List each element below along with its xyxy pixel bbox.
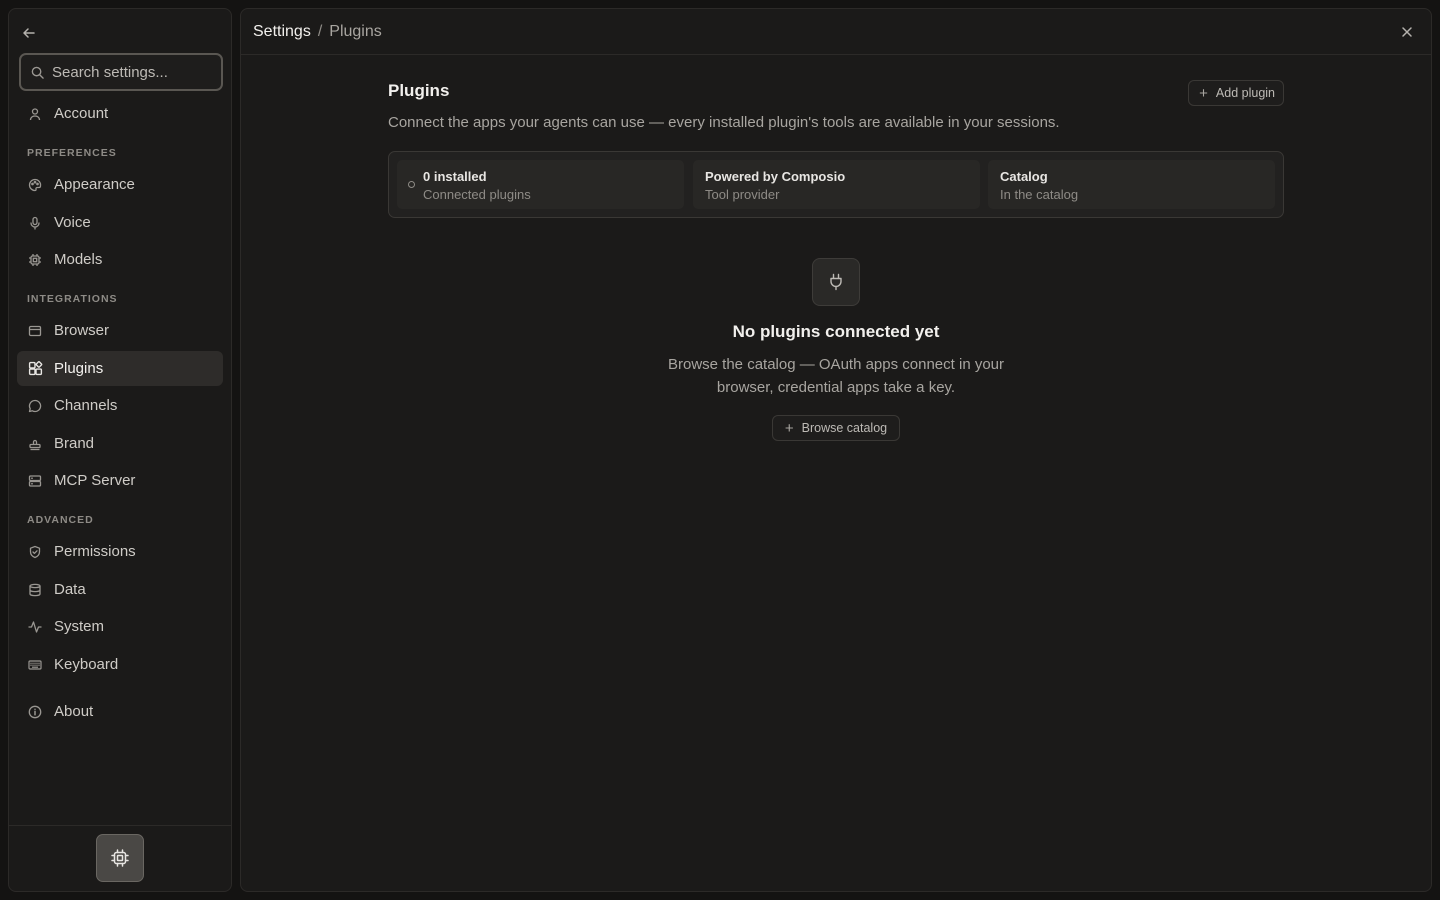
sidebar-item-voice[interactable]: Voice	[17, 205, 223, 240]
user-icon	[27, 106, 43, 122]
sidebar-item-label: Plugins	[54, 360, 104, 377]
microphone-icon	[27, 215, 43, 231]
page-title: Plugins	[388, 81, 450, 100]
empty-state-description: Browse the catalog — OAuth apps connect …	[667, 356, 1005, 396]
stat-card-installed: 0 installed Connected plugins	[397, 160, 684, 209]
sidebar-item-plugins[interactable]: Plugins	[17, 351, 223, 386]
sidebar-item-browser[interactable]: Browser	[17, 313, 223, 348]
sidebar-item-data[interactable]: Data	[17, 572, 223, 607]
sidebar-item-label: Keyboard	[54, 656, 119, 673]
sidebar-item-brand[interactable]: Brand	[17, 426, 223, 461]
palette-icon	[27, 177, 43, 193]
info-icon	[27, 704, 43, 720]
sidebar-item-label: Models	[54, 251, 103, 268]
empty-state-title: No plugins connected yet	[732, 322, 940, 341]
back-arrow-icon[interactable]	[19, 23, 39, 43]
section-label-advanced: ADVANCED	[27, 514, 94, 526]
browser-window-icon	[27, 323, 43, 339]
sidebar-item-appearance[interactable]: Appearance	[17, 167, 223, 202]
browse-catalog-label: Browse catalog	[801, 421, 888, 435]
breadcrumb-separator: /	[317, 22, 323, 40]
stat-subtitle: Connected plugins	[423, 187, 531, 202]
server-icon	[27, 473, 43, 489]
stat-subtitle: Tool provider	[705, 187, 780, 202]
empty-state: No plugins connected yet Browse the cata…	[388, 258, 1284, 441]
shield-check-icon	[27, 544, 43, 560]
sidebar-item-permissions[interactable]: Permissions	[17, 534, 223, 569]
add-plugin-button[interactable]: + Add plugin	[1188, 80, 1284, 106]
message-circle-icon	[27, 398, 43, 414]
sidebar-item-label: MCP Server	[54, 472, 136, 489]
plug-icon	[812, 258, 860, 306]
sidebar-item-account[interactable]: Account	[17, 96, 223, 131]
stat-title: 0 installed	[423, 169, 487, 184]
sidebar-item-label: Account	[54, 105, 109, 122]
search-input[interactable]	[52, 63, 202, 81]
sidebar-item-about[interactable]: About	[17, 694, 223, 729]
activity-icon	[27, 619, 43, 635]
plugin-stats: 0 installed Connected plugins Powered by…	[388, 151, 1284, 218]
sidebar-item-label: Browser	[54, 322, 110, 339]
sidebar-item-label: Voice	[54, 214, 91, 231]
stat-card-catalog: Catalog In the catalog	[988, 160, 1275, 209]
sidebar-item-label: Data	[54, 581, 86, 598]
settings-sidebar: Account PREFERENCES Appearance Voice Mod…	[8, 8, 232, 892]
sidebar-item-label: System	[54, 618, 105, 635]
sidebar-item-models[interactable]: Models	[17, 242, 223, 277]
keyboard-icon	[27, 657, 43, 673]
settings-search[interactable]	[19, 53, 223, 91]
plus-icon: +	[1199, 84, 1208, 102]
cpu-icon	[27, 252, 43, 268]
status-dot-icon	[408, 181, 415, 188]
sidebar-item-label: Channels	[54, 397, 118, 414]
browse-catalog-button[interactable]: + Browse catalog	[772, 415, 900, 441]
stat-title: Powered by Composio	[705, 169, 846, 184]
page-description: Connect the apps your agents can use — e…	[388, 114, 1060, 131]
stamp-icon	[27, 436, 43, 452]
sidebar-item-label: About	[54, 703, 94, 720]
cpu-chip-icon	[110, 848, 130, 868]
sidebar-item-channels[interactable]: Channels	[17, 388, 223, 423]
sidebar-item-label: Brand	[54, 435, 95, 452]
database-icon	[27, 582, 43, 598]
breadcrumb-root[interactable]: Settings	[253, 23, 311, 41]
settings-main-panel: Settings / Plugins Plugins Connect the a…	[240, 8, 1432, 892]
sidebar-item-system[interactable]: System	[17, 609, 223, 644]
search-icon	[31, 66, 44, 79]
section-label-preferences: PREFERENCES	[27, 147, 117, 159]
add-plugin-label: Add plugin	[1215, 86, 1275, 100]
stat-card-provider: Powered by Composio Tool provider	[693, 160, 980, 209]
stat-subtitle: In the catalog	[1000, 187, 1079, 202]
sidebar-item-label: Permissions	[54, 543, 136, 560]
section-label-integrations: INTEGRATIONS	[27, 293, 118, 305]
sidebar-item-mcp-server[interactable]: MCP Server	[17, 463, 223, 498]
breadcrumb: Settings / Plugins	[241, 9, 1431, 55]
plus-icon: +	[784, 419, 794, 437]
sidebar-footer	[9, 825, 231, 891]
chip-button[interactable]	[96, 834, 144, 882]
sidebar-item-keyboard[interactable]: Keyboard	[17, 647, 223, 682]
blocks-icon	[27, 361, 43, 377]
breadcrumb-current: Plugins	[329, 22, 382, 40]
sidebar-item-label: Appearance	[54, 176, 135, 193]
close-icon[interactable]	[1397, 22, 1417, 42]
stat-title: Catalog	[1000, 169, 1048, 184]
